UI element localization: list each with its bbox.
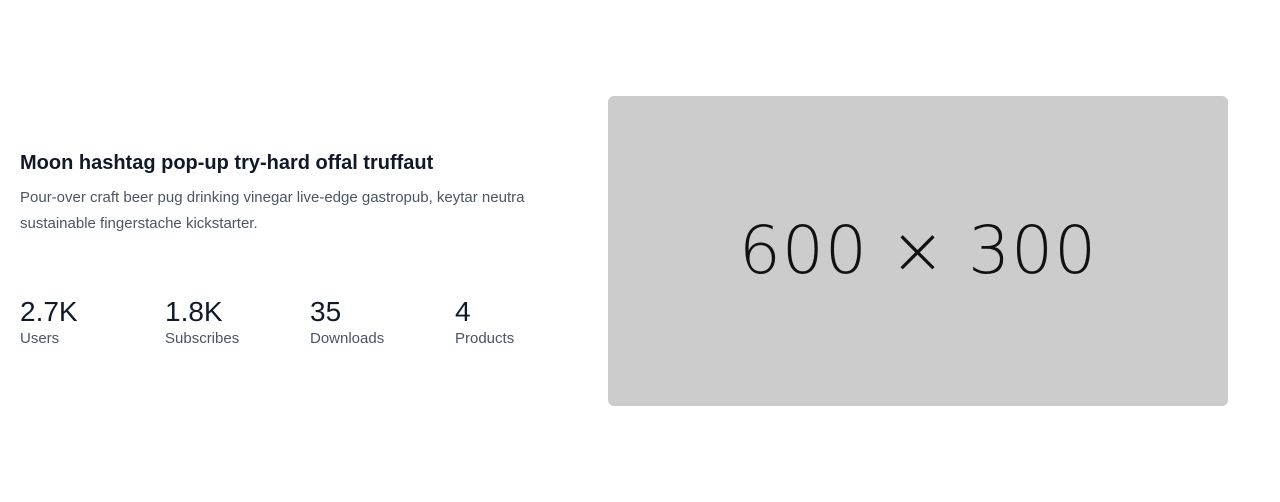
text-column: Moon hashtag pop-up try-hard offal truff… (20, 150, 580, 347)
section-headline: Moon hashtag pop-up try-hard offal truff… (20, 152, 434, 174)
stat-label: Downloads (310, 330, 385, 347)
section-description: Pour-over craft beer pug drinking vinega… (20, 189, 525, 232)
stat-users: 2.7K Users (20, 295, 160, 349)
stats-row: 2.7K Users 1.8K Subscribes 35 Downloads … (20, 295, 580, 355)
stat-value: 35 (310, 296, 342, 327)
stat-label: Users (20, 330, 60, 347)
placeholder-image: 600 × 300 (608, 96, 1228, 406)
stat-value: 4 (455, 296, 471, 327)
stat-products: 4 Products (455, 295, 595, 349)
stats-section: Moon hashtag pop-up try-hard offal truff… (0, 0, 1280, 502)
stat-label: Subscribes (165, 330, 240, 347)
stat-value: 2.7K (20, 296, 78, 327)
stat-value: 1.8K (165, 296, 223, 327)
stat-label: Products (455, 330, 515, 347)
stat-downloads: 35 Downloads (310, 295, 450, 349)
placeholder-dimensions-text: 600 × 300 (738, 211, 1098, 289)
stat-subscribes: 1.8K Subscribes (165, 295, 305, 349)
